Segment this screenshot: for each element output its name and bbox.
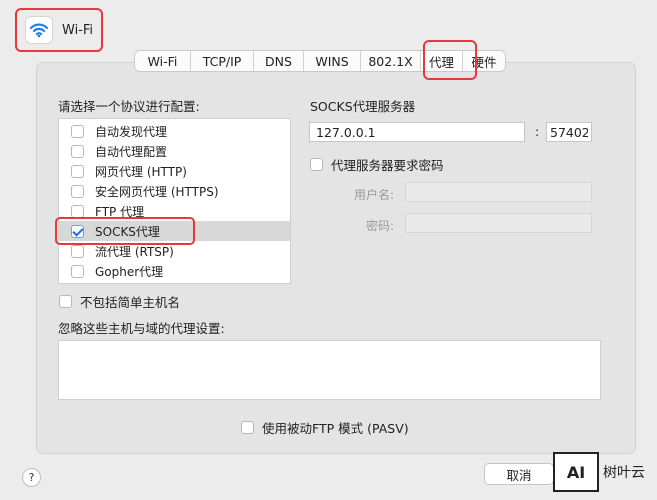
watermark-logo: AI — [553, 452, 599, 492]
list-item[interactable]: 流代理 (RTSP) — [59, 241, 290, 261]
help-button[interactable]: ? — [22, 468, 41, 487]
list-item-label: Gopher代理 — [95, 264, 164, 279]
list-item-label: FTP 代理 — [95, 204, 145, 219]
list-item-label: 安全网页代理 (HTTPS) — [95, 184, 219, 199]
list-item[interactable]: 网页代理 (HTTP) — [59, 161, 290, 181]
list-item[interactable]: Gopher代理 — [59, 261, 290, 281]
checkbox-checked[interactable] — [71, 224, 84, 238]
server-port-input[interactable] — [546, 122, 592, 142]
server-heading: SOCKS代理服务器 — [310, 99, 416, 114]
tab-dns[interactable]: DNS — [254, 51, 304, 71]
checkbox[interactable] — [71, 244, 84, 258]
checkbox[interactable] — [71, 164, 84, 178]
tab-proxy[interactable]: 代理 — [421, 51, 463, 71]
window-title: Wi-Fi — [62, 22, 94, 38]
pasv-checkbox[interactable] — [241, 421, 254, 434]
tab-wins[interactable]: WINS — [304, 51, 361, 71]
protocol-list: 自动发现代理 自动代理配置 网页代理 (HTTP) 安全网页代理 (HTTPS)… — [58, 118, 291, 284]
wifi-icon — [25, 16, 53, 44]
tab-wifi[interactable]: Wi-Fi — [135, 51, 191, 71]
checkbox[interactable] — [71, 144, 84, 158]
tab-8021x[interactable]: 802.1X — [361, 51, 421, 71]
list-item-label: 自动发现代理 — [95, 124, 168, 139]
checkbox[interactable] — [71, 184, 84, 198]
protocol-prompt: 请选择一个协议进行配置: — [58, 99, 200, 114]
cancel-button[interactable]: 取消 — [484, 463, 554, 485]
password-label: 密码: — [365, 219, 394, 233]
exclude-simple-label: 不包括简单主机名 — [80, 295, 181, 310]
checkbox[interactable] — [71, 264, 84, 278]
auth-checkbox[interactable] — [310, 158, 323, 171]
list-item[interactable]: 自动发现代理 — [59, 121, 290, 141]
tab-hardware[interactable]: 硬件 — [463, 51, 505, 71]
auth-label: 代理服务器要求密码 — [331, 158, 444, 173]
watermark-brand: 树叶云 — [603, 465, 645, 481]
checkbox[interactable] — [71, 124, 84, 138]
pasv-row[interactable]: 使用被动FTP 模式 (PASV) — [241, 418, 409, 437]
list-item[interactable]: 安全网页代理 (HTTPS) — [59, 181, 290, 201]
list-item-label: 网页代理 (HTTP) — [95, 164, 187, 179]
bypass-label: 忽略这些主机与域的代理设置: — [58, 321, 225, 336]
checkbox[interactable] — [71, 204, 84, 218]
list-item[interactable]: 自动代理配置 — [59, 141, 290, 161]
tab-tcpip[interactable]: TCP/IP — [191, 51, 254, 71]
port-separator: : — [535, 124, 540, 139]
auth-row[interactable]: 代理服务器要求密码 — [310, 155, 444, 174]
password-field[interactable] — [405, 213, 592, 233]
exclude-simple-checkbox[interactable] — [59, 295, 72, 308]
pasv-label: 使用被动FTP 模式 (PASV) — [262, 421, 409, 436]
list-item-label: 自动代理配置 — [95, 144, 168, 159]
header-highlight: Wi-Fi — [15, 8, 103, 52]
list-item-label: SOCKS代理 — [95, 224, 160, 239]
tab-bar: Wi-Fi TCP/IP DNS WINS 802.1X 代理 硬件 — [134, 50, 506, 72]
list-item-label: 流代理 (RTSP) — [95, 244, 174, 259]
watermark: AI 树叶云 — [553, 451, 657, 493]
list-item-selected[interactable]: SOCKS代理 — [59, 221, 290, 241]
username-field[interactable] — [405, 182, 592, 202]
exclude-simple-row[interactable]: 不包括简单主机名 — [59, 292, 180, 311]
list-item[interactable]: FTP 代理 — [59, 201, 290, 221]
bypass-textarea[interactable] — [58, 340, 601, 400]
server-host-input[interactable] — [309, 122, 525, 142]
username-label: 用户名: — [353, 188, 394, 202]
